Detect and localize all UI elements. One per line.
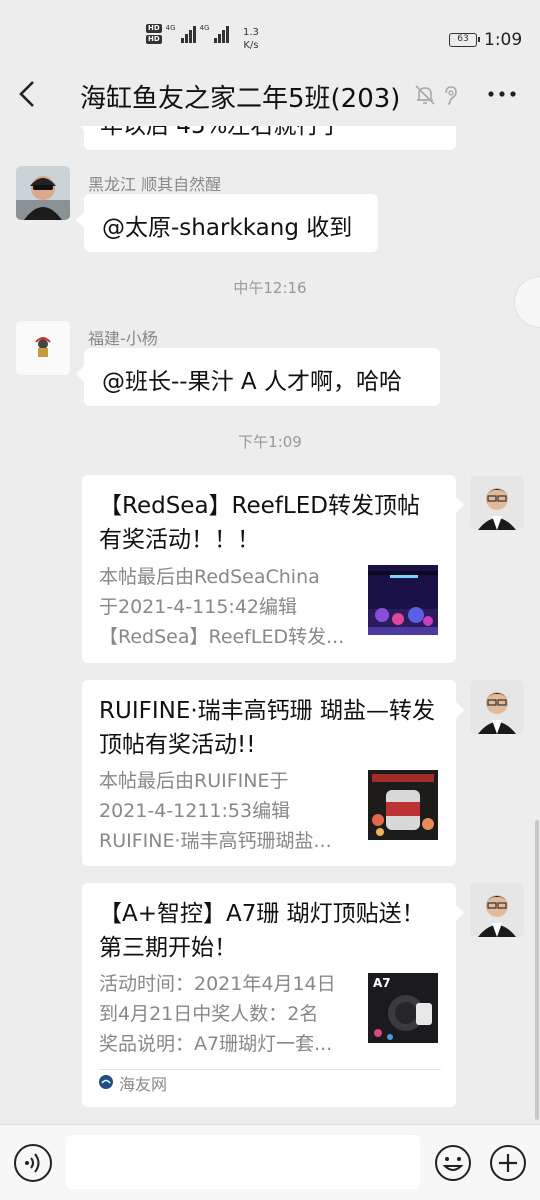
avatar[interactable] [470,680,524,734]
message-text: @太原-sharkkang 收到 [102,215,353,241]
network-type-label: 4G [199,24,210,32]
scrollbar[interactable] [535,820,539,1120]
timestamp: 中午12:16 [233,279,307,297]
link-card[interactable]: 【A+智控】A7珊 瑚灯顶贴送！第三期开始！ 活动时间：2021年4月14日 到… [82,883,464,1107]
network-type-label: 4G [165,24,176,32]
avatar[interactable] [470,883,524,937]
input-bar [0,1124,540,1200]
source-logo-icon [99,1074,113,1093]
more-icon[interactable] [486,84,518,104]
chat-title: 海缸鱼友之家二年5班(203) [80,84,401,114]
card-desc-line: 2021-4-1211:53编辑 [99,800,291,822]
message-bubble[interactable]: @班长--果汁 A 人才啊，哈哈 [76,348,440,406]
card-title: 【RedSea】ReefLED转发顶帖有奖活动！！！ [99,493,420,553]
network-status: HD HD 4G 4G [146,24,230,44]
link-card[interactable]: RUIFINE·瑞丰高钙珊 瑚盐—转发顶帖有奖活动!! 本帖最后由RUIFINE… [82,680,464,866]
network-speed: 1.3 K/s [243,27,259,51]
battery-icon: 63 [449,33,480,47]
message-bubble[interactable]: 年以后 45%左右就行了 [76,126,456,150]
card-desc-line: 于2021-4-115:42编辑 [99,596,297,618]
hd-badge: HD [146,35,162,44]
card-source: 海友网 [99,1071,167,1095]
back-icon[interactable] [14,76,44,112]
card-desc-line: 到4月21日中奖人数：2名 [99,1003,319,1025]
card-desc-line: 本帖最后由RUIFINE于 [99,770,289,792]
message-list[interactable]: 年以后 45%左右就行了 黑龙江 顺其自然醒 @太原-sharkkang 收到 … [0,126,540,1124]
card-desc-line: 奖品说明：A7珊瑚灯一套... [99,1033,333,1055]
card-thumbnail: A7 [368,973,438,1043]
sender-name: 黑龙江 顺其自然醒 [88,175,222,194]
card-desc-line: 【RedSea】ReefLED转发... [99,626,345,648]
card-thumbnail [368,565,438,635]
card-desc-line: 本帖最后由RedSeaChina [99,566,320,588]
signal-icon [180,25,196,43]
voice-icon[interactable] [14,1144,52,1182]
plus-icon[interactable] [489,1144,527,1182]
message-text: 年以后 45%左右就行了 [100,126,343,139]
status-bar: HD HD 4G 4G 1.3 K/s 63 1:09 [0,0,540,62]
card-desc-line: 活动时间：2021年4月14日 [99,973,336,995]
card-thumbnail [368,770,438,840]
avatar[interactable] [16,321,70,375]
hd-badge: HD [146,24,162,33]
status-time: 1:09 [484,30,523,50]
message-text: @班长--果汁 A 人才啊，哈哈 [102,369,402,395]
card-title: RUIFINE·瑞丰高钙珊 瑚盐—转发顶帖有奖活动!! [99,698,435,758]
message-bubble[interactable]: @太原-sharkkang 收到 [76,194,378,252]
link-card[interactable]: 【RedSea】ReefLED转发顶帖有奖活动！！！ 本帖最后由RedSeaCh… [82,475,464,663]
chat-header: 海缸鱼友之家二年5班(203) [0,62,540,126]
message-input[interactable] [66,1135,420,1189]
avatar[interactable] [470,476,524,530]
card-desc-line: RUIFINE·瑞丰高钙珊瑚盐... [99,830,332,852]
ear-icon [440,84,462,106]
emoji-icon[interactable] [434,1144,472,1182]
card-title: 【A+智控】A7珊 瑚灯顶贴送！第三期开始！ [99,901,425,961]
thumb-label: A7 [373,976,391,990]
timestamp: 下午1:09 [238,433,302,451]
mute-bell-icon [414,84,436,106]
signal-icon [214,25,230,43]
avatar[interactable] [16,166,70,220]
source-name: 海友网 [119,1075,168,1094]
sender-name: 福建-小杨 [88,329,158,348]
card-divider [99,1069,441,1070]
